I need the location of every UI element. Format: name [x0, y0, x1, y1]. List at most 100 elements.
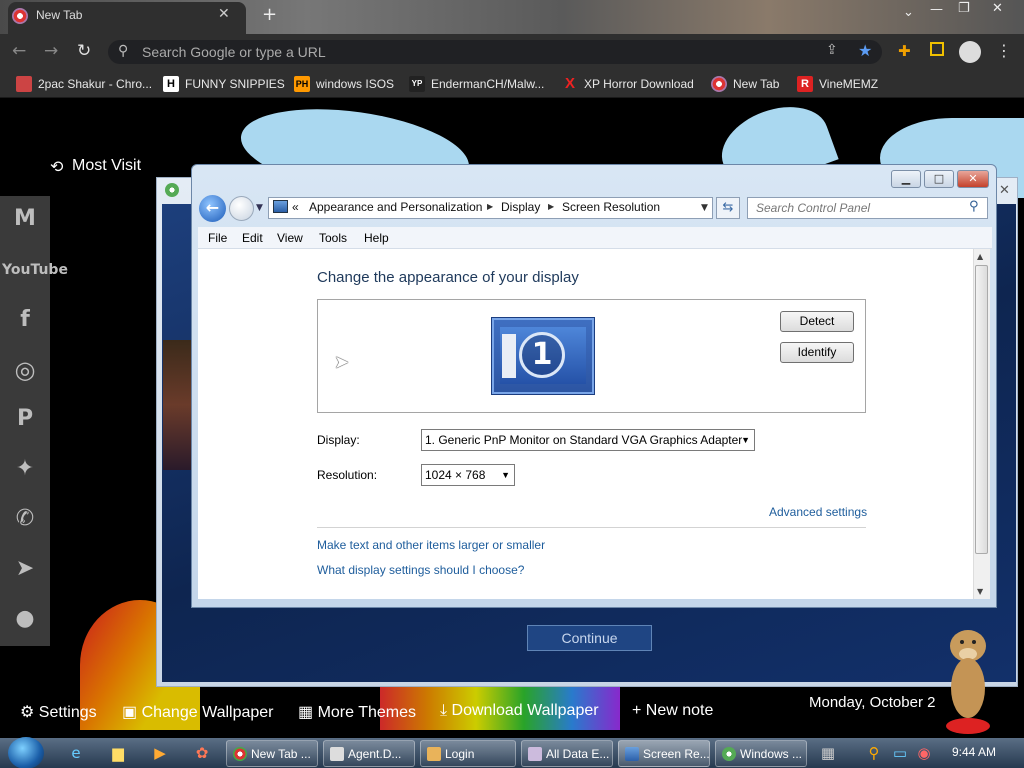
breadcrumb-display[interactable]: Display: [501, 200, 540, 214]
display-select[interactable]: 1. Generic PnP Monitor on Standard VGA G…: [421, 429, 755, 451]
close-window-icon[interactable]: ✕: [992, 1, 1003, 16]
identify-button[interactable]: Identify: [780, 342, 854, 363]
breadcrumb-appearance[interactable]: Appearance and Personalization: [309, 200, 482, 214]
resolution-label: Resolution:: [317, 468, 378, 482]
advanced-settings-link[interactable]: Advanced settings: [769, 505, 867, 519]
forward-arrow-icon[interactable]: [229, 196, 254, 221]
forward-icon[interactable]: →: [44, 41, 58, 61]
resolution-select[interactable]: 1024 × 768 ▼: [421, 464, 515, 486]
back-icon[interactable]: ←: [12, 41, 26, 61]
taskbar-item-windows[interactable]: Windows ...: [715, 740, 807, 767]
reddit-icon[interactable]: ●: [8, 603, 42, 635]
chrome-icon: [233, 746, 247, 761]
side-panel-icon[interactable]: [930, 42, 944, 56]
tab-title: New Tab: [36, 8, 83, 22]
bookmark-2pac[interactable]: 2pac Shakur - Chro...: [16, 76, 152, 92]
magnifier-icon[interactable]: ⚲: [862, 742, 886, 764]
reload-icon[interactable]: ↻: [77, 41, 91, 61]
menu-view[interactable]: View: [277, 231, 303, 245]
search-icon[interactable]: ⚲: [969, 199, 979, 214]
most-visited-link[interactable]: Most Visit: [72, 157, 141, 175]
continue-button[interactable]: Continue: [527, 625, 652, 651]
volume-icon[interactable]: ◉: [912, 742, 936, 764]
gmail-icon[interactable]: M: [8, 203, 42, 235]
taskbar-item-screen-resolution[interactable]: Screen Re...: [618, 740, 710, 767]
profile-avatar[interactable]: [959, 41, 981, 63]
text-size-link[interactable]: Make text and other items larger or smal…: [317, 538, 545, 552]
menu-kebab-icon[interactable]: ⋮: [996, 41, 1012, 60]
refresh-button[interactable]: ⇆: [716, 197, 740, 219]
extensions-icon[interactable]: ✚: [898, 42, 911, 60]
grid-icon: ▦: [298, 704, 314, 721]
taskbar-item-login[interactable]: Login: [420, 740, 516, 767]
address-dropdown-icon[interactable]: ▼: [701, 203, 708, 213]
chevron-down-icon: ▼: [741, 435, 750, 445]
breadcrumb-overflow[interactable]: «: [292, 200, 299, 214]
monitor-window-preview: [502, 334, 516, 378]
restore-icon[interactable]: ❐: [958, 1, 970, 16]
taskbar-item-new-tab[interactable]: New Tab ...: [226, 740, 318, 767]
change-wallpaper-button[interactable]: ▣ Change Wallpaper: [122, 702, 274, 722]
twitter-icon[interactable]: ✦: [8, 453, 42, 485]
cheems-dog-mascot: [946, 630, 990, 734]
menu-bar: [198, 227, 992, 249]
pinterest-icon[interactable]: P: [8, 403, 42, 435]
maximize-icon[interactable]: □: [924, 170, 954, 188]
more-themes-button[interactable]: ▦ More Themes: [298, 702, 416, 722]
youtube-icon[interactable]: YouTube: [2, 254, 68, 286]
chevron-down-icon: ▼: [501, 470, 510, 480]
tab-search-icon[interactable]: ⌄: [903, 5, 914, 20]
clock[interactable]: 9:44 AM: [952, 745, 996, 759]
close-icon[interactable]: ✕: [999, 183, 1010, 198]
share-icon[interactable]: ⇪: [826, 42, 838, 58]
instagram-icon[interactable]: ◎: [8, 354, 42, 386]
window-app-icon: [165, 183, 179, 197]
bookmark-windows-isos[interactable]: PH windows ISOS: [294, 76, 394, 92]
back-arrow-icon[interactable]: ←: [199, 195, 226, 222]
breadcrumb-arrow-icon[interactable]: ▶: [487, 202, 493, 211]
monitor-number: 1: [519, 332, 565, 378]
new-tab-button[interactable]: +: [262, 4, 277, 25]
bookmark-star-icon[interactable]: ★: [858, 41, 872, 60]
scrollbar-thumb[interactable]: [975, 265, 988, 554]
network-icon[interactable]: ▭: [888, 742, 912, 764]
breadcrumb-arrow-icon[interactable]: ▶: [548, 202, 554, 211]
scroll-down-icon[interactable]: ▼: [977, 587, 983, 596]
show-hidden-icons[interactable]: ▦: [816, 742, 840, 764]
omnibox-placeholder[interactable]: Search Google or type a URL: [142, 44, 326, 60]
display-help-link[interactable]: What display settings should I choose?: [317, 563, 524, 577]
close-icon[interactable]: ✕: [957, 170, 989, 188]
menu-file[interactable]: File: [208, 231, 227, 245]
internet-explorer-icon[interactable]: e: [64, 742, 88, 764]
bookmark-new-tab[interactable]: New Tab: [711, 76, 779, 92]
menu-help[interactable]: Help: [364, 231, 389, 245]
detect-button[interactable]: Detect: [780, 311, 854, 332]
display-label: Display:: [317, 433, 360, 447]
scroll-up-icon[interactable]: ▲: [977, 252, 983, 261]
minimize-icon[interactable]: —: [930, 2, 943, 17]
menu-edit[interactable]: Edit: [242, 231, 263, 245]
h-logo-icon: H: [163, 76, 179, 92]
bookmark-funny-snippies[interactable]: H FUNNY SNIPPIES: [163, 76, 285, 92]
minimize-icon[interactable]: ▁: [891, 170, 921, 188]
download-wallpaper-button[interactable]: ⤓ Download Wallpaper: [440, 702, 599, 720]
bookmark-xp-horror[interactable]: X XP Horror Download: [562, 76, 694, 92]
paint-icon[interactable]: ✿: [190, 742, 214, 764]
tab-close-icon[interactable]: ✕: [218, 6, 230, 22]
taskbar-item-agent[interactable]: Agent.D...: [323, 740, 415, 767]
breadcrumb-screen-resolution[interactable]: Screen Resolution: [562, 200, 660, 214]
start-button[interactable]: [8, 737, 44, 768]
facebook-icon[interactable]: f: [8, 304, 42, 336]
new-note-button[interactable]: + New note: [632, 702, 713, 720]
bookmark-endermanch[interactable]: YP EndermanCH/Malw...: [409, 76, 544, 92]
menu-tools[interactable]: Tools: [319, 231, 347, 245]
download-icon: ⤓: [440, 702, 448, 719]
recent-pages-chevron-icon[interactable]: ▼: [256, 203, 263, 213]
settings-button[interactable]: ⚙ Settings: [20, 702, 97, 722]
taskbar-item-all-data[interactable]: All Data E...: [521, 740, 613, 767]
bookmark-vinememz[interactable]: R VineMEMZ: [797, 76, 878, 92]
telegram-icon[interactable]: ➤: [8, 553, 42, 585]
folder-icon[interactable]: ▆: [106, 742, 130, 764]
media-player-icon[interactable]: ▶: [148, 742, 172, 764]
whatsapp-icon[interactable]: ✆: [8, 503, 42, 535]
